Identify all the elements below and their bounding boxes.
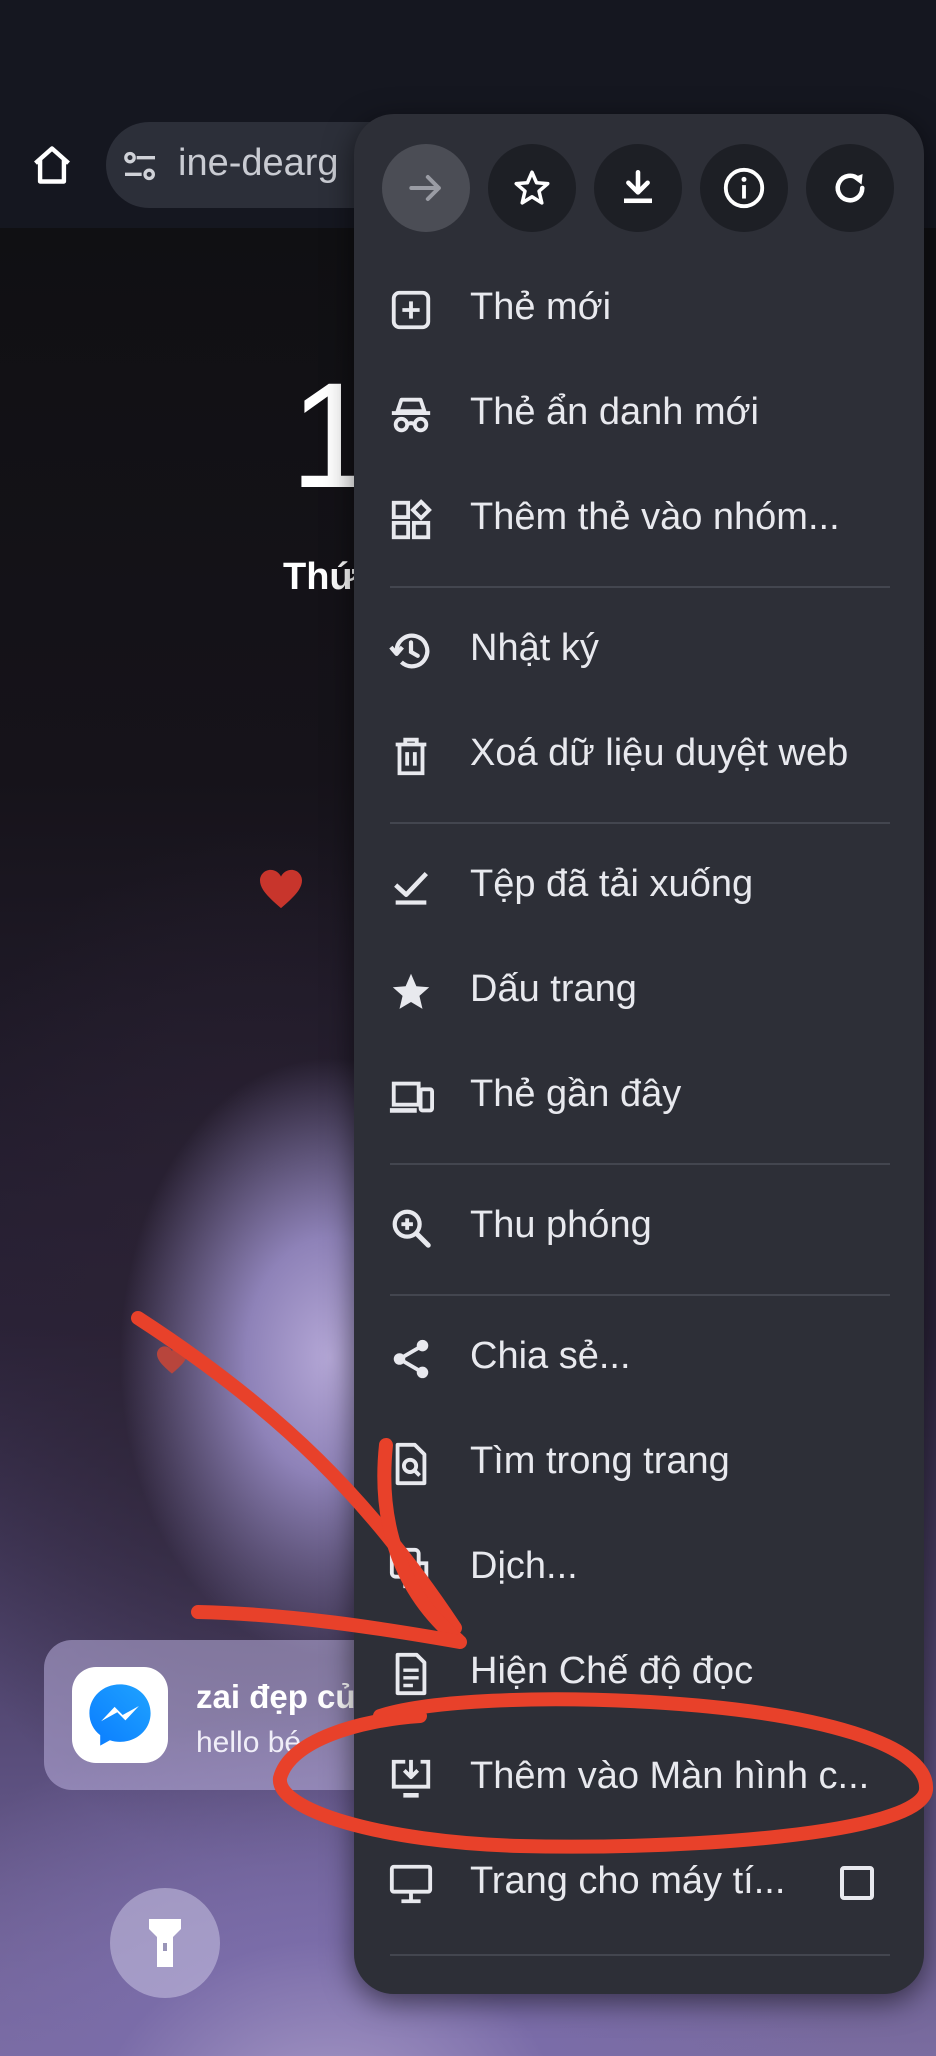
menu-item-label: Thu phóng [470, 1204, 652, 1246]
find-in-page-icon [395, 1442, 427, 1486]
desktop-site-checkbox[interactable] [840, 1866, 874, 1900]
info-icon [723, 167, 765, 209]
menu-item-zoom[interactable]: Thu phóng [354, 1176, 924, 1280]
notification-title: zai đẹp củ [196, 1678, 356, 1715]
menu-item-label: Tìm trong trang [470, 1440, 730, 1482]
menu-item-downloads[interactable]: Tệp đã tải xuống [354, 835, 924, 939]
star-icon [392, 973, 430, 1009]
flashlight-button[interactable] [110, 1888, 220, 1998]
translate-icon [389, 1547, 429, 1589]
arrow-right-icon [409, 174, 441, 202]
message-notification[interactable]: zai đẹp củ hello bé [44, 1640, 404, 1790]
menu-item-label: Tệp đã tải xuống [470, 863, 754, 905]
notification-body: hello bé [196, 1726, 302, 1759]
devices-icon [389, 1081, 434, 1113]
menu-item-translate[interactable]: Dịch... [354, 1517, 924, 1621]
menu-item-label: Thẻ gần đây [470, 1073, 682, 1115]
menu-divider [390, 822, 890, 824]
refresh-icon [835, 173, 865, 203]
menu-item-find-in-page[interactable]: Tìm trong trang [354, 1412, 924, 1516]
menu-item-label: Hiện Chế độ đọc [470, 1650, 754, 1692]
incognito-icon [391, 397, 431, 433]
refresh-button[interactable] [806, 144, 894, 232]
menu-item-desktop-site[interactable]: Trang cho máy tí... [354, 1832, 924, 1936]
download-icon [624, 169, 652, 204]
menu-item-reader-mode[interactable]: Hiện Chế độ đọc [354, 1622, 924, 1726]
bookmark-page-button[interactable] [488, 144, 576, 232]
forward-button[interactable] [382, 144, 470, 232]
menu-item-label: Thẻ ẩn danh mới [470, 391, 759, 433]
url-text[interactable]: ine-dearg [178, 142, 339, 185]
star-outline-icon [514, 170, 550, 205]
tune-icon[interactable] [120, 146, 160, 186]
flashlight-icon [149, 1919, 181, 1967]
reader-mode-icon [395, 1652, 427, 1696]
heart-icon [157, 1346, 187, 1374]
zoom-icon [392, 1209, 431, 1248]
menu-divider [390, 1954, 890, 1956]
lockscreen-date: Thứ [283, 556, 357, 598]
menu-item-history[interactable]: Nhật ký [354, 599, 924, 703]
page-info-button[interactable] [700, 144, 788, 232]
menu-item-label: Xoá dữ liệu duyệt web [470, 732, 849, 774]
trash-icon [395, 737, 427, 776]
download-page-button[interactable] [594, 144, 682, 232]
share-icon [393, 1339, 429, 1379]
menu-item-label: Thêm vào Màn hình c... [470, 1755, 870, 1797]
menu-item-label: Chia sẻ... [470, 1335, 631, 1377]
tab-group-icon [391, 499, 432, 540]
history-icon [389, 633, 430, 669]
chrome-overflow-menu: Thẻ mới Thẻ ẩn danh mới Thêm thẻ vào nhó… [354, 114, 924, 1994]
menu-item-clear-browsing-data[interactable]: Xoá dữ liệu duyệt web [354, 704, 924, 808]
menu-item-label: Nhật ký [470, 627, 599, 669]
menu-divider [390, 1294, 890, 1296]
menu-item-new-incognito-tab[interactable]: Thẻ ẩn danh mới [354, 363, 924, 467]
messenger-icon [89, 1684, 151, 1746]
menu-item-recent-tabs[interactable]: Thẻ gần đây [354, 1045, 924, 1149]
heart-icon [260, 869, 302, 909]
messenger-app-icon [72, 1667, 168, 1763]
home-icon [34, 146, 70, 184]
home-button[interactable] [22, 135, 82, 195]
menu-item-label: Dịch... [470, 1545, 578, 1587]
downloads-icon [394, 871, 428, 905]
menu-item-bookmarks[interactable]: Dấu trang [354, 940, 924, 1044]
menu-item-new-tab[interactable]: Thẻ mới [354, 258, 924, 362]
new-tab-icon [391, 290, 431, 330]
menu-item-add-to-home-screen[interactable]: Thêm vào Màn hình c... [354, 1727, 924, 1831]
desktop-icon [389, 1864, 433, 1904]
menu-item-label: Dấu trang [470, 968, 637, 1010]
menu-divider [390, 586, 890, 588]
menu-item-label: Trang cho máy tí... [470, 1860, 786, 1902]
menu-item-label: Thêm thẻ vào nhóm... [470, 496, 840, 538]
menu-divider [390, 1163, 890, 1165]
menu-item-label: Thẻ mới [470, 286, 612, 328]
add-to-home-screen-icon [391, 1759, 431, 1798]
menu-item-add-tab-to-group[interactable]: Thêm thẻ vào nhóm... [354, 468, 924, 572]
menu-item-share[interactable]: Chia sẻ... [354, 1307, 924, 1411]
